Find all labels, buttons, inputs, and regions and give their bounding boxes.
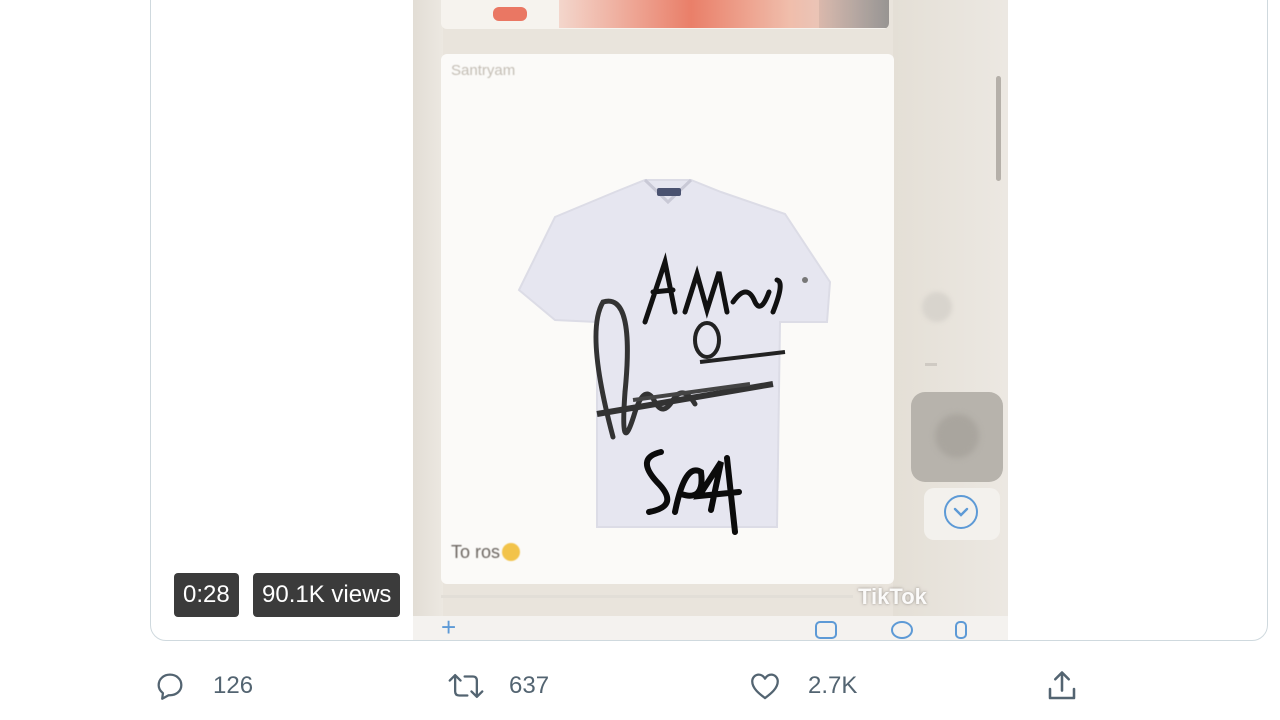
plus-icon: +	[441, 612, 457, 641]
chat-background-right	[893, 0, 1008, 640]
like-count: 2.7K	[808, 672, 858, 699]
like-button[interactable]: 2.7K	[746, 664, 857, 708]
video-frame[interactable]: Santryam To ros TikTok +	[413, 0, 1008, 641]
chat-scrollbar	[996, 76, 1001, 181]
chat-background-left	[413, 0, 443, 640]
heart-icon	[746, 667, 784, 705]
reply-bar-divider	[441, 595, 853, 598]
previous-message-mark	[493, 7, 527, 21]
retweet-icon	[447, 667, 485, 705]
forward-button-ghost	[922, 292, 952, 322]
retweet-button[interactable]: 637	[447, 664, 549, 708]
scroll-down-button	[924, 488, 1000, 540]
previous-message-thumbnail	[559, 0, 889, 28]
image-message-bubble: Santryam To ros	[441, 54, 894, 584]
retweet-count: 637	[509, 672, 550, 699]
caption-text: To ros	[451, 542, 501, 562]
sender-name: Santryam	[451, 62, 516, 79]
reply-button[interactable]: 126	[151, 664, 253, 708]
chat-input-icons	[805, 621, 985, 640]
share-button[interactable]	[1043, 664, 1081, 708]
microphone-icon	[955, 621, 967, 639]
reply-icon	[151, 667, 189, 705]
tweet-media-view: Santryam To ros TikTok + 0:28 90.1K view…	[0, 0, 1280, 720]
tiktok-watermark: TikTok	[858, 584, 927, 609]
video-card[interactable]: Santryam To ros TikTok +	[150, 0, 1268, 641]
reply-count: 126	[213, 672, 254, 699]
chevron-down-icon	[944, 495, 978, 529]
camera-icon	[891, 621, 913, 639]
share-icon	[1043, 667, 1081, 705]
previous-message-bubble	[441, 0, 889, 29]
grinning-emoji-icon	[502, 543, 521, 561]
sticker-icon	[815, 621, 837, 639]
video-duration-badge: 0:28	[174, 573, 239, 617]
media-overlay-ghost	[911, 392, 1003, 482]
video-views-badge: 90.1K views	[253, 573, 401, 617]
signed-shirt-image	[517, 178, 832, 535]
image-caption: To ros	[451, 542, 521, 563]
